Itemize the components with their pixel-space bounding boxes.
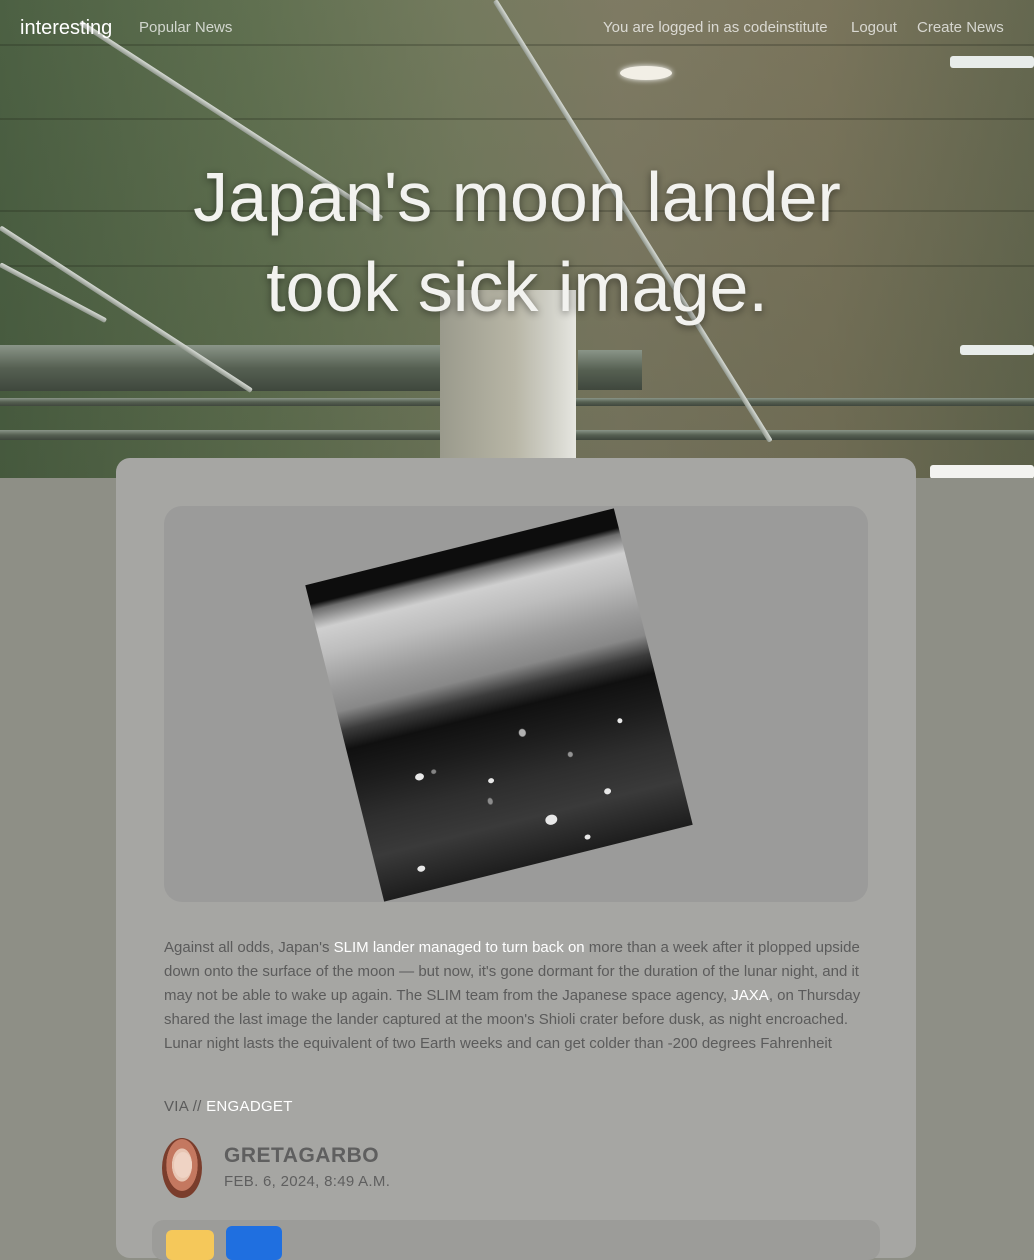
source-link[interactable]: ENGADGET: [206, 1098, 293, 1115]
hero-title-line: took sick image.: [266, 248, 768, 326]
nav-logged-in-status: You are logged in as codeinstitute: [603, 19, 828, 36]
hero-banner: Japan's moon lander took sick image.: [0, 0, 1034, 478]
ceiling-beam: [0, 118, 1034, 120]
rock-speck: [416, 864, 426, 873]
fluorescent-light: [930, 465, 1034, 478]
action-bar: [152, 1220, 880, 1260]
jaxa-link[interactable]: JAXA: [731, 987, 769, 1004]
navbar: interesting Popular News You are logged …: [0, 0, 1034, 58]
post-date: FEB. 6, 2024, 8:49 A.M.: [224, 1173, 391, 1190]
blue-action-button[interactable]: [226, 1226, 282, 1260]
author-avatar[interactable]: [162, 1138, 202, 1198]
moon-surface-image: [305, 508, 693, 902]
avatar-face: [174, 1152, 192, 1178]
nav-popular-news[interactable]: Popular News: [139, 19, 232, 36]
via-label: VIA //: [164, 1098, 202, 1115]
source-attribution: VIA // ENGADGET: [164, 1098, 293, 1115]
article-text: Against all odds, Japan's: [164, 939, 334, 956]
article-image-frame: [164, 506, 868, 902]
article-body: Against all odds, Japan's SLIM lander ma…: [164, 936, 870, 1056]
author-name[interactable]: GRETAGARBO: [224, 1144, 379, 1168]
hero-title-line: Japan's moon lander: [193, 158, 841, 236]
rock-speck: [487, 777, 495, 784]
hero-title: Japan's moon lander took sick image.: [0, 152, 1034, 332]
fluorescent-light: [960, 345, 1034, 355]
nav-logout[interactable]: Logout: [851, 19, 897, 36]
rock-speck: [584, 833, 592, 841]
rock-speck: [603, 787, 612, 796]
duct-pipe: [578, 350, 642, 390]
rock-speck: [414, 772, 425, 782]
rock-speck: [544, 813, 559, 827]
rock-speck: [616, 717, 623, 724]
yellow-action-button[interactable]: [166, 1230, 214, 1260]
brand-logo[interactable]: interesting: [20, 17, 112, 40]
news-card: Against all odds, Japan's SLIM lander ma…: [116, 458, 916, 1260]
nav-create-news[interactable]: Create News: [917, 19, 1004, 36]
slim-lander-link[interactable]: SLIM lander managed to turn back on: [334, 939, 585, 956]
ceiling-lamp: [620, 66, 672, 80]
